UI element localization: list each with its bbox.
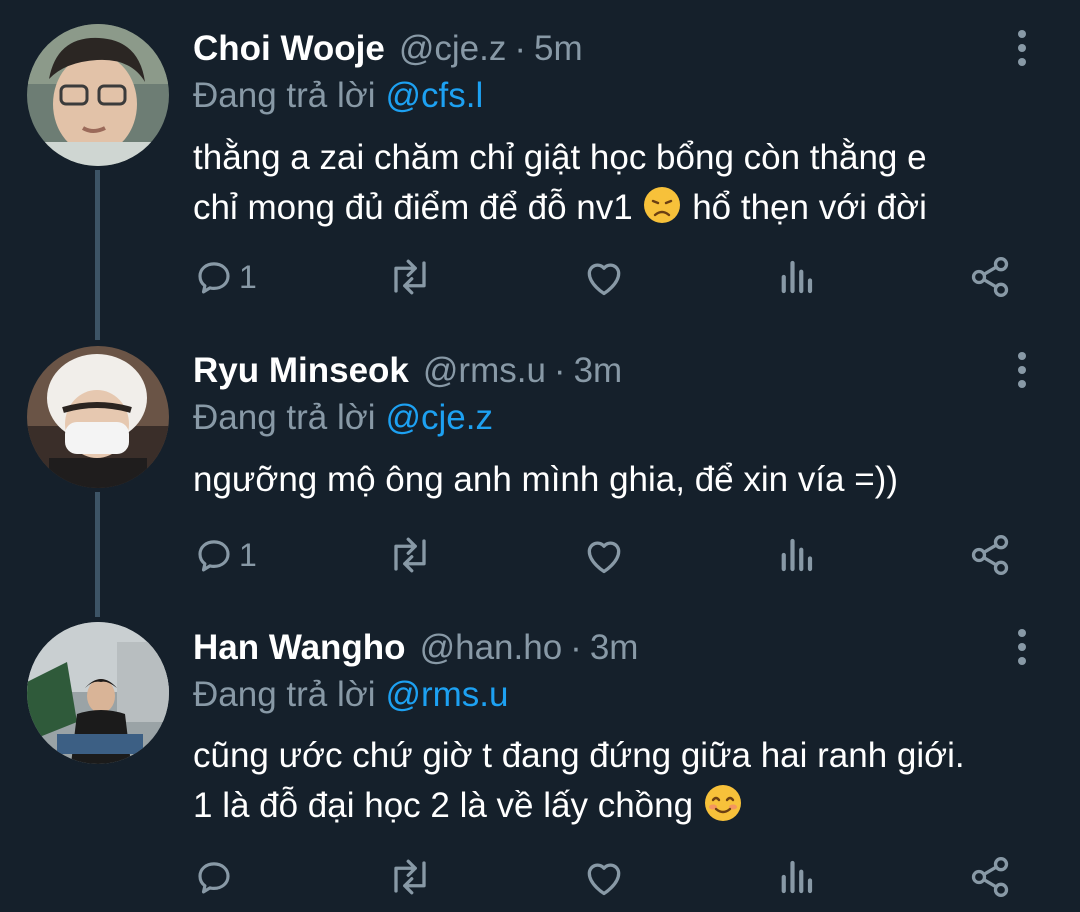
timestamp[interactable]: 3m <box>574 351 623 391</box>
tweet-text-line: 1 là đỗ đại học 2 là về lấy chồng <box>193 781 1053 831</box>
retweet-icon <box>394 859 426 895</box>
like-icon <box>587 541 621 574</box>
share-button[interactable] <box>968 852 1012 902</box>
action-bar: 1 <box>0 530 1080 580</box>
replying-to: Đang trả lời @cje.z <box>193 395 493 441</box>
share-button[interactable] <box>968 530 1012 580</box>
tweet-text-segment: 1 là đỗ đại học 2 là về lấy chồng <box>193 786 694 825</box>
share-button[interactable] <box>968 252 1012 302</box>
reply-count: 1 <box>239 258 257 295</box>
more-icon[interactable] <box>1004 25 1040 71</box>
tweet-text-line: cũng ước chứ giờ t đang đứng giữa hai ra… <box>193 736 965 775</box>
share-icon <box>971 257 1009 297</box>
mention-link[interactable]: @cfs.l <box>385 76 483 116</box>
like-button[interactable] <box>582 530 626 580</box>
mention-link[interactable]: @rms.u <box>385 675 508 715</box>
handle[interactable]: @han.ho <box>420 628 563 668</box>
tweet-text-segment: hổ thẹn với đời <box>692 188 927 227</box>
more-icon[interactable] <box>1004 624 1040 670</box>
avatar[interactable] <box>27 24 169 166</box>
like-button[interactable] <box>582 252 626 302</box>
reply-button[interactable]: 1 <box>193 530 257 580</box>
tweet-text-line: ngưỡng mộ ông anh mình ghia, để xin vía … <box>193 460 898 499</box>
timestamp[interactable]: 5m <box>534 29 583 69</box>
retweet-icon <box>394 537 426 573</box>
analytics-button[interactable] <box>778 252 814 302</box>
handle[interactable]: @rms.u <box>423 351 546 391</box>
more-icon[interactable] <box>1004 347 1040 393</box>
reply-icon <box>198 262 230 294</box>
display-name[interactable]: Choi Wooje <box>193 29 385 69</box>
separator-dot: · <box>553 351 566 390</box>
retweet-button[interactable] <box>385 530 435 580</box>
reply-button[interactable]: 1 <box>193 252 257 302</box>
smiling-face-emoji-icon <box>704 785 741 821</box>
tweet-text-segment: chỉ mong đủ điểm để đỗ nv1 <box>193 188 633 227</box>
tweet-text-line: thằng a zai chăm chỉ giật học bổng còn t… <box>193 138 927 177</box>
analytics-icon <box>781 260 813 294</box>
separator-dot: · <box>514 29 526 68</box>
handle[interactable]: @cje.z <box>399 29 507 69</box>
replying-label: Đang trả lời <box>193 675 376 714</box>
like-icon <box>587 863 621 896</box>
replying-to: Đang trả lời @rms.u <box>193 672 509 718</box>
action-bar: 1 <box>0 252 1080 302</box>
disappointed-face-emoji-icon <box>644 187 681 223</box>
like-icon <box>587 263 621 296</box>
replying-label: Đang trả lời <box>193 398 376 437</box>
share-icon <box>971 535 1009 575</box>
reply-button[interactable] <box>193 852 239 902</box>
timestamp[interactable]: 3m <box>590 628 639 668</box>
action-bar <box>0 852 1080 902</box>
tweet-text: cũng ước chứ giờ t đang đứng giữa hai ra… <box>193 731 1053 831</box>
retweet-icon <box>394 259 426 295</box>
replying-label: Đang trả lời <box>193 76 376 115</box>
analytics-icon <box>781 860 813 894</box>
analytics-icon <box>781 538 813 572</box>
like-button[interactable] <box>582 852 626 902</box>
display-name[interactable]: Han Wangho <box>193 628 406 668</box>
analytics-button[interactable] <box>778 852 814 902</box>
share-icon <box>971 857 1009 897</box>
reply-icon <box>198 862 230 894</box>
display-name[interactable]: Ryu Minseok <box>193 351 409 391</box>
tweet-text: ngưỡng mộ ông anh mình ghia, để xin vía … <box>193 455 1053 505</box>
avatar[interactable] <box>27 622 169 764</box>
separator-dot: · <box>570 628 582 667</box>
retweet-button[interactable] <box>385 252 435 302</box>
tweet-text-line: chỉ mong đủ điểm để đỗ nv1 hổ thẹn với đ… <box>193 183 1053 233</box>
analytics-button[interactable] <box>778 530 814 580</box>
tweet-text: thằng a zai chăm chỉ giật học bổng còn t… <box>193 133 1053 233</box>
reply-count: 1 <box>239 536 257 573</box>
reply-icon <box>198 540 230 572</box>
avatar[interactable] <box>27 346 169 488</box>
retweet-button[interactable] <box>385 852 435 902</box>
mention-link[interactable]: @cje.z <box>385 398 493 438</box>
replying-to: Đang trả lời @cfs.l <box>193 73 483 119</box>
